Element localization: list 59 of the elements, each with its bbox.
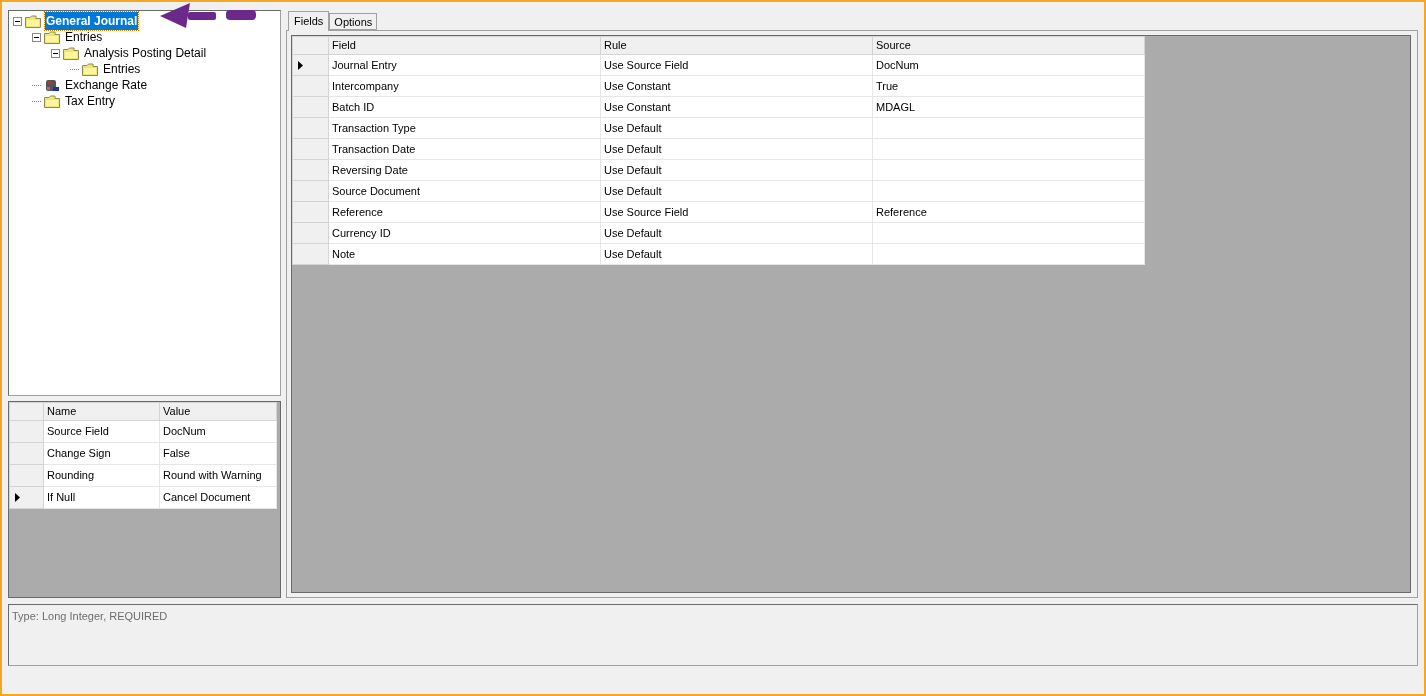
table-cell: Use Default: [600, 180, 873, 202]
column-header[interactable]: Name: [43, 402, 160, 421]
table-cell: Round with Warning: [159, 464, 277, 487]
folder-icon: [44, 94, 60, 108]
table-cell: Use Source Field: [600, 54, 873, 76]
description-text: Type: Long Integer, REQUIRED: [12, 610, 168, 622]
table-cell: Use Constant: [600, 96, 873, 118]
current-row-icon: [298, 60, 303, 70]
column-header[interactable]: Value: [159, 402, 277, 421]
table-cell: Rounding: [43, 464, 160, 487]
table-cell: Reference: [328, 201, 601, 223]
collapse-toggle[interactable]: [32, 32, 41, 42]
table-cell: Intercompany: [328, 75, 601, 97]
table-cell: Note: [328, 243, 601, 265]
table-cell: Use Default: [600, 222, 873, 244]
folder-icon: [63, 46, 79, 60]
table-cell: Reversing Date: [328, 159, 601, 181]
table-cell: MDAGL: [872, 96, 1145, 118]
table-cell: False: [159, 442, 277, 465]
tree-item[interactable]: Entries: [64, 28, 104, 46]
table-cell: DocNum: [159, 420, 277, 443]
collapse-toggle[interactable]: [13, 16, 22, 26]
folder-icon: [25, 14, 41, 28]
folder-icon: [44, 30, 60, 44]
tree-item[interactable]: Analysis Posting Detail: [83, 44, 208, 62]
table-cell: Use Default: [600, 138, 873, 160]
tab[interactable]: Options: [329, 13, 378, 30]
tree-item[interactable]: General Journal: [45, 12, 139, 30]
database-icon: [44, 77, 60, 93]
table-cell: Transaction Date: [328, 138, 601, 160]
table-cell: Use Default: [600, 159, 873, 181]
table-cell: True: [872, 75, 1145, 97]
column-header[interactable]: Source: [872, 36, 1145, 55]
table-cell: Journal Entry: [328, 54, 601, 76]
table-cell: Use Default: [600, 243, 873, 265]
collapse-toggle[interactable]: [51, 48, 60, 58]
tree-item[interactable]: Tax Entry: [64, 92, 116, 110]
column-header[interactable]: Rule: [600, 36, 873, 55]
table-cell: Transaction Type: [328, 117, 601, 139]
tree-item[interactable]: Entries: [102, 60, 142, 78]
table-cell: Source Field: [43, 420, 160, 443]
folder-icon: [82, 62, 98, 76]
table-cell: DocNum: [872, 54, 1145, 76]
table-cell: Change Sign: [43, 442, 160, 465]
row-header[interactable]: [9, 486, 44, 509]
table-cell: Currency ID: [328, 222, 601, 244]
current-row-icon: [15, 493, 20, 502]
table-cell: Use Source Field: [600, 201, 873, 223]
tree-item[interactable]: Exchange Rate: [64, 76, 149, 94]
table-cell: Cancel Document: [159, 486, 277, 509]
tab[interactable]: Fields: [288, 11, 330, 31]
table-cell: Use Default: [600, 117, 873, 139]
table-cell: Reference: [872, 201, 1145, 223]
row-header[interactable]: [292, 54, 329, 76]
column-header[interactable]: Field: [328, 36, 601, 55]
table-cell: Batch ID: [328, 96, 601, 118]
table-cell: If Null: [43, 486, 160, 509]
table-cell: Use Constant: [600, 75, 873, 97]
table-cell: Source Document: [328, 180, 601, 202]
